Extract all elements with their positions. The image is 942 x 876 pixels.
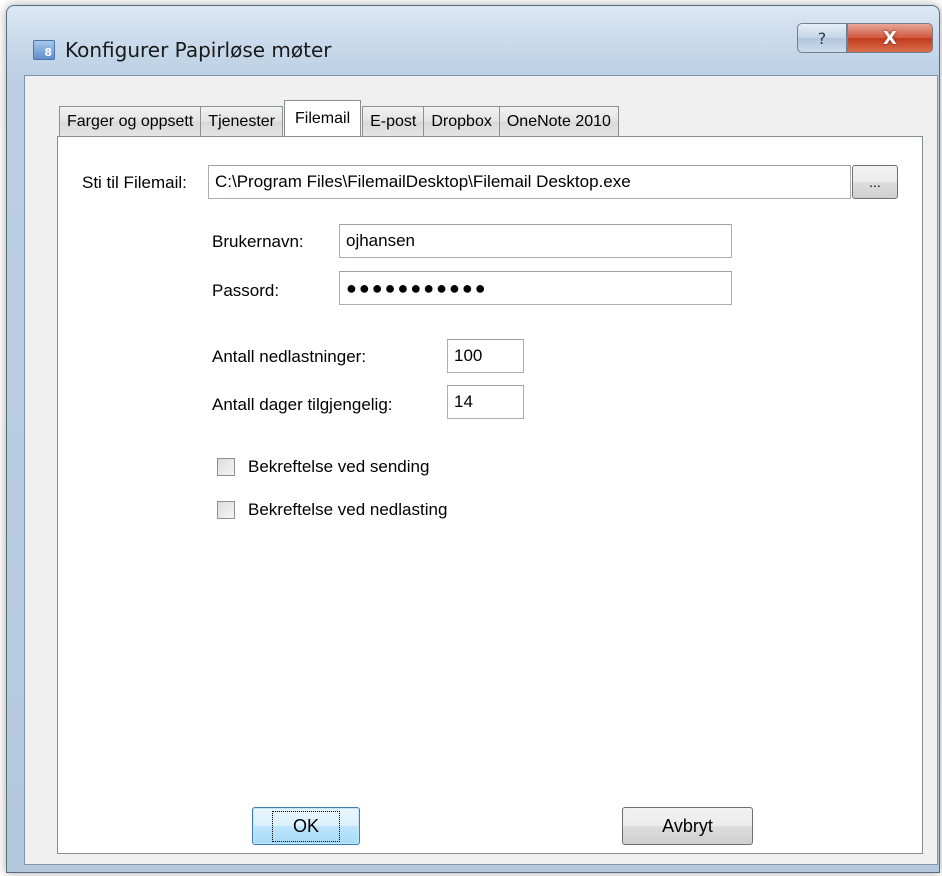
browse-button[interactable]: ...	[852, 165, 898, 199]
username-label: Brukernavn:	[212, 232, 304, 251]
tab-onenote-2010[interactable]: OneNote 2010	[498, 106, 619, 136]
tab-tjenester[interactable]: Tjenester	[200, 106, 283, 136]
close-button[interactable]: X	[847, 23, 933, 53]
password-input[interactable]: ●●●●●●●●●●●	[339, 271, 732, 305]
dialog-window: 8 Konfigurer Papirløse møter ? X Farger …	[6, 5, 940, 873]
app-icon: 8	[33, 40, 55, 60]
username-input[interactable]: ojhansen	[339, 224, 732, 258]
close-icon: X	[883, 27, 897, 49]
downloads-label: Antall nedlastninger:	[212, 347, 367, 366]
confirm-download-label[interactable]: Bekreftelse ved nedlasting	[248, 500, 447, 520]
days-input[interactable]: 14	[447, 385, 524, 419]
tab-e-post[interactable]: E-post	[362, 106, 425, 136]
tab-strip: Farger og oppsett Tjenester Filemail E-p…	[59, 100, 619, 136]
confirm-send-checkbox[interactable]	[217, 458, 235, 476]
ok-button[interactable]: OK	[252, 807, 360, 845]
window-title: Konfigurer Papirløse møter	[65, 38, 332, 62]
confirm-send-label[interactable]: Bekreftelse ved sending	[248, 457, 429, 477]
cancel-button[interactable]: Avbryt	[622, 807, 753, 845]
ok-button-label: OK	[271, 810, 340, 842]
tab-filemail[interactable]: Filemail	[284, 100, 362, 136]
confirm-download-checkbox[interactable]	[217, 501, 235, 519]
title-bar[interactable]: 8 Konfigurer Papirløse møter ? X	[7, 6, 939, 76]
tab-dropbox[interactable]: Dropbox	[423, 106, 500, 136]
downloads-input[interactable]: 100	[447, 339, 524, 373]
help-icon: ?	[817, 28, 827, 48]
days-label: Antall dager tilgjengelig:	[212, 395, 393, 414]
path-input[interactable]: C:\Program Files\FilemailDesktop\Filemai…	[208, 165, 851, 199]
password-label: Passord:	[212, 281, 280, 300]
path-label: Sti til Filemail:	[82, 173, 187, 192]
dialog-client-area: Farger og oppsett Tjenester Filemail E-p…	[24, 75, 938, 865]
help-button[interactable]: ?	[797, 23, 847, 53]
tab-farger-og-oppsett[interactable]: Farger og oppsett	[59, 106, 202, 136]
